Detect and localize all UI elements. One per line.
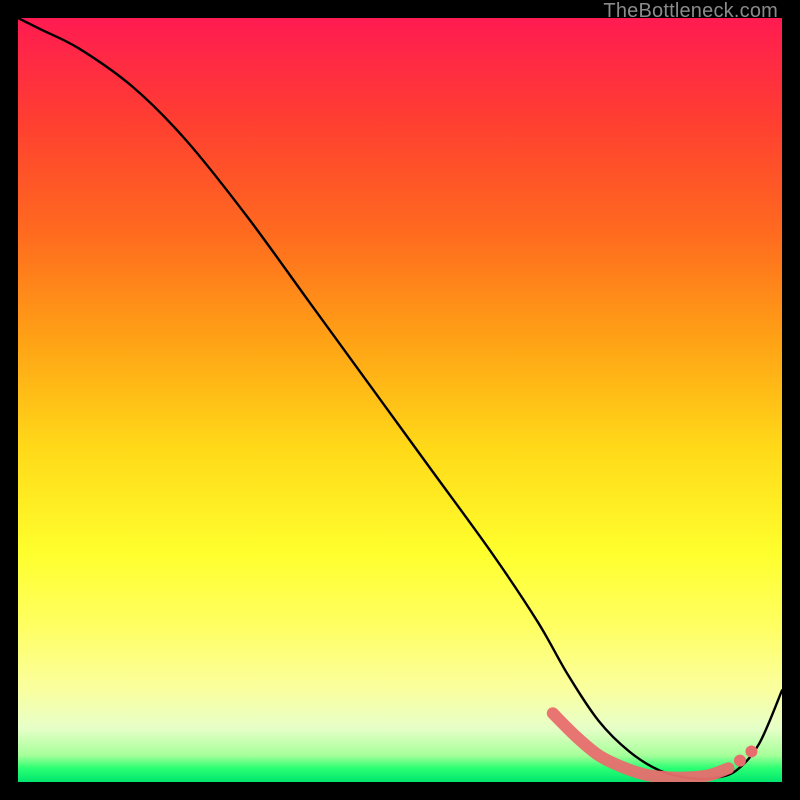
bottleneck-curve xyxy=(18,18,782,779)
chart-svg xyxy=(18,18,782,782)
attribution-text: TheBottleneck.com xyxy=(603,0,778,23)
highlight-dot xyxy=(734,755,746,767)
chart-plot-area xyxy=(18,18,782,782)
highlight-segment xyxy=(553,713,729,778)
chart-frame: TheBottleneck.com xyxy=(0,0,800,800)
highlight-dot xyxy=(745,745,757,757)
